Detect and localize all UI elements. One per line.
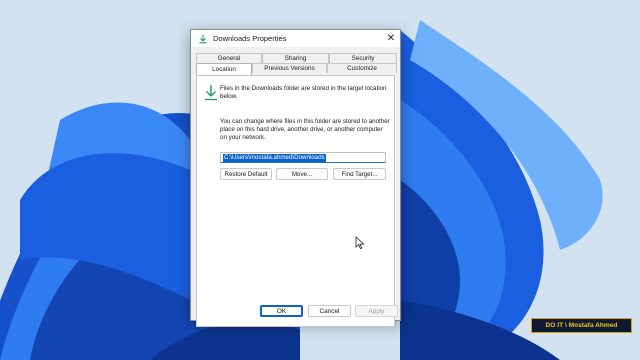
tab-strip: General Sharing Security Location Previo… xyxy=(196,53,397,75)
target-path-value: C:\Users\mostafa.ahmed\Downloads xyxy=(223,153,326,162)
restore-default-button[interactable]: Restore Default xyxy=(220,168,272,180)
close-button[interactable]: ✕ xyxy=(382,30,400,47)
properties-dialog: Downloads Properties ✕ General Sharing S… xyxy=(190,29,401,327)
tab-location[interactable]: Location xyxy=(196,63,252,75)
tab-security[interactable]: Security xyxy=(329,53,397,63)
move-button[interactable]: Move... xyxy=(276,168,328,180)
window-title: Downloads Properties xyxy=(213,34,287,43)
location-intro-text: Files in the Downloads folder are stored… xyxy=(220,85,387,100)
tab-sharing[interactable]: Sharing xyxy=(262,53,329,63)
find-target-button[interactable]: Find Target... xyxy=(333,168,386,180)
tab-previous-versions[interactable]: Previous Versions xyxy=(252,63,327,73)
cancel-button[interactable]: Cancel xyxy=(308,305,351,317)
watermark-badge: DO IT \ Mostafa Ahmed xyxy=(531,318,632,333)
apply-button[interactable]: Apply xyxy=(355,305,398,317)
target-path-input[interactable]: C:\Users\mostafa.ahmed\Downloads xyxy=(220,152,386,163)
location-description: You can change where files in this folde… xyxy=(220,118,390,141)
tab-general[interactable]: General xyxy=(196,53,262,63)
download-arrow-icon xyxy=(203,84,219,102)
mouse-cursor-icon xyxy=(355,236,365,250)
location-panel: Files in the Downloads folder are stored… xyxy=(196,75,395,327)
ok-button[interactable]: OK xyxy=(260,305,303,317)
download-arrow-icon xyxy=(196,32,210,46)
tab-customize[interactable]: Customize xyxy=(327,63,397,73)
title-bar[interactable]: Downloads Properties ✕ xyxy=(191,30,400,47)
